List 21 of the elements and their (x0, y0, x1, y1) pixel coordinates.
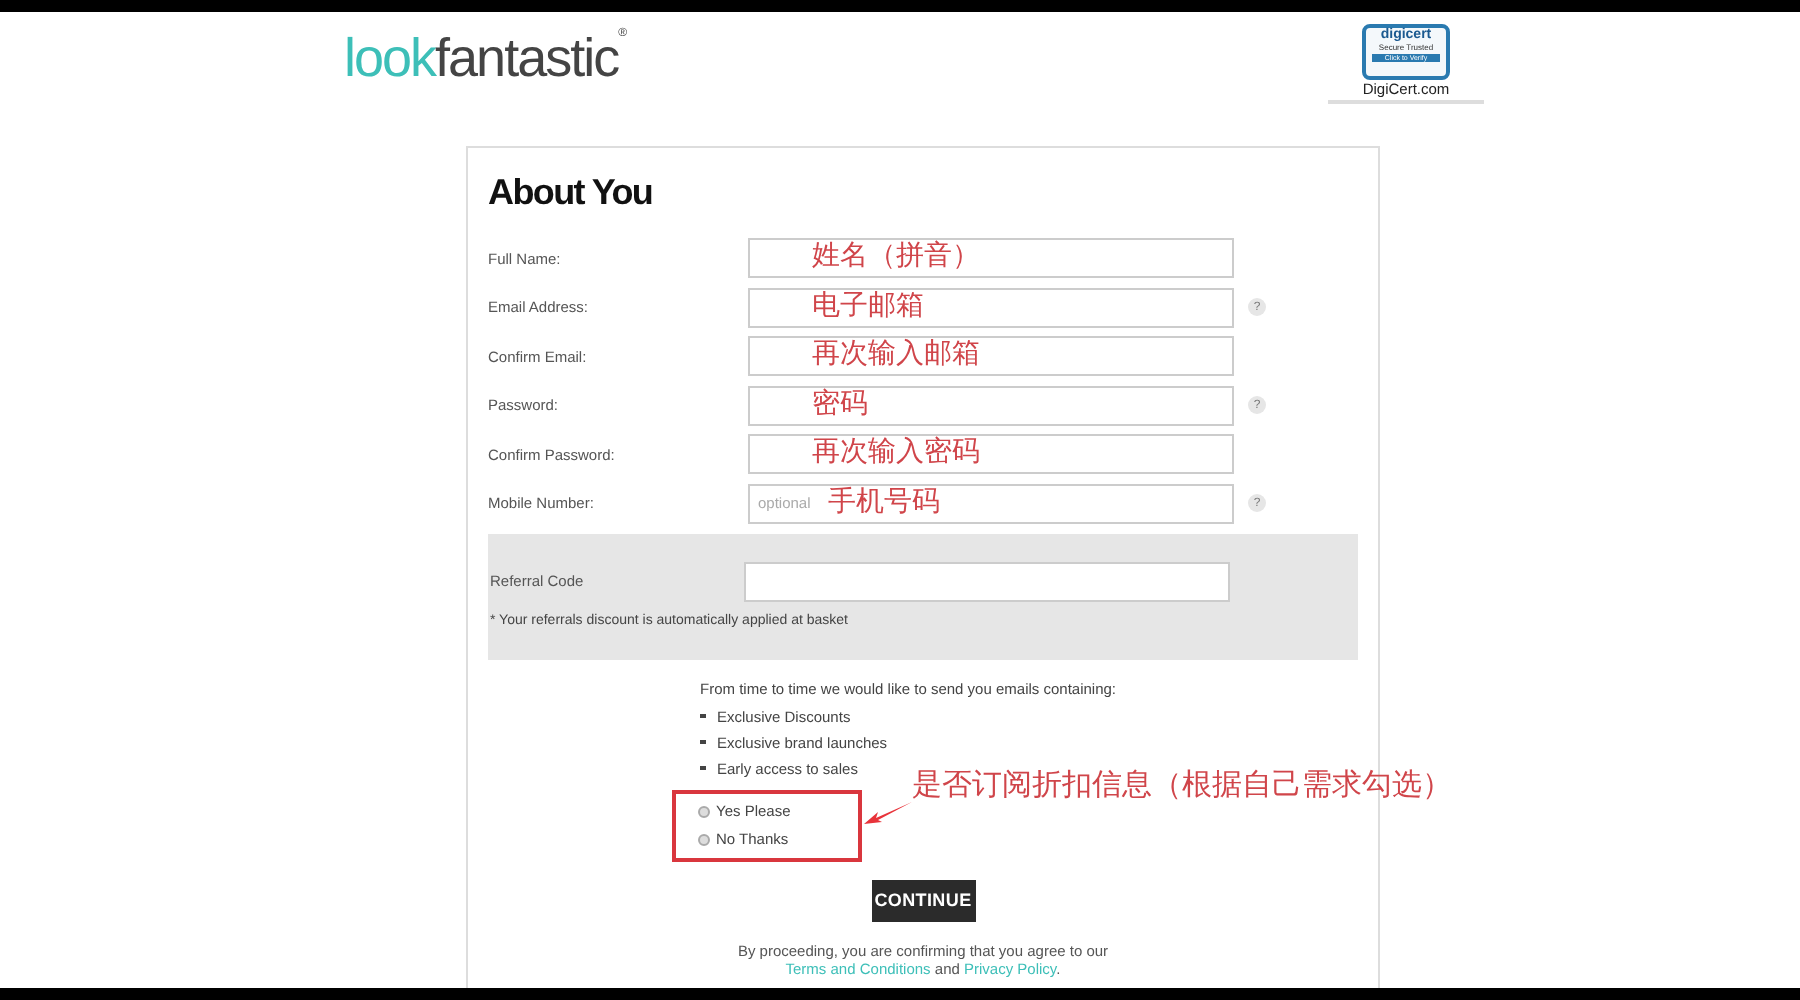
annotation-text: 姓名（拼音） (812, 240, 980, 272)
annotation-text: 电子邮箱 (812, 289, 924, 322)
form-title: About You (488, 172, 655, 214)
bullet-icon (700, 765, 705, 771)
input-field[interactable] (748, 385, 1234, 426)
annotation-text: 手机号码 (828, 485, 940, 518)
annotation-text: 再次输入邮箱 (812, 338, 980, 371)
input-field[interactable] (748, 336, 1234, 377)
input-field[interactable] (748, 287, 1234, 328)
input-field[interactable] (748, 238, 1234, 278)
annotation-arrow (864, 801, 912, 828)
annotation-text: 再次输入密码 (812, 436, 980, 469)
radio-button[interactable] (698, 805, 710, 818)
input-field[interactable] (748, 434, 1234, 475)
annotation-text: 是否订阅折扣信息（根据自己需求勾选） (912, 765, 1452, 804)
bullet-icon (700, 739, 705, 745)
continue-button[interactable]: CONTINUE (871, 879, 975, 922)
annotation-text: 密码 (812, 387, 868, 420)
radio-button[interactable] (698, 833, 710, 846)
input-field[interactable] (744, 561, 1230, 602)
bullet-icon (700, 713, 705, 719)
